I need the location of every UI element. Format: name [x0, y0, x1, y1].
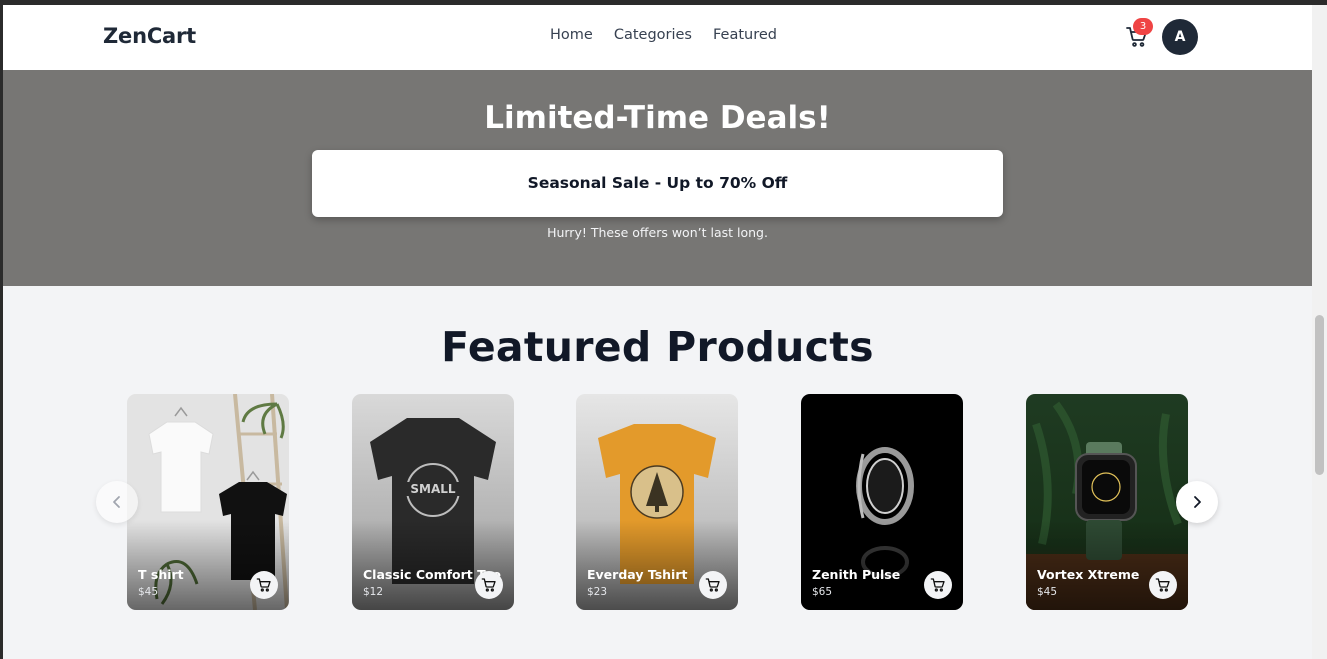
product-card[interactable]: Zenith Pulse $65 — [801, 394, 963, 610]
user-avatar[interactable]: A — [1162, 19, 1198, 55]
hero-title: Limited-Time Deals! — [484, 100, 831, 136]
product-price: $23 — [587, 586, 608, 598]
cart-icon — [705, 578, 720, 592]
add-to-cart-button[interactable] — [1149, 571, 1177, 599]
cart-count-badge: 3 — [1133, 18, 1153, 35]
browser-viewport: ZenCart Home Categories Featured 3 A Lim… — [3, 5, 1312, 659]
hero-subtitle: Hurry! These offers won’t last long. — [547, 225, 768, 240]
navbar: ZenCart Home Categories Featured 3 A — [3, 5, 1312, 70]
product-card[interactable]: Vortex Xtreme $45 — [1026, 394, 1188, 610]
add-to-cart-button[interactable] — [250, 571, 278, 599]
brand-logo[interactable]: ZenCart — [103, 24, 196, 48]
cart-icon — [481, 578, 496, 592]
featured-products-title: Featured Products — [441, 323, 874, 371]
seasonal-sale-card[interactable]: Seasonal Sale - Up to 70% Off — [312, 150, 1003, 217]
product-price: $45 — [1037, 586, 1058, 598]
product-price: $12 — [363, 586, 384, 598]
page-scrollbar[interactable] — [1312, 5, 1327, 659]
product-card[interactable]: T shirt $45 — [127, 394, 289, 610]
cart-icon — [930, 578, 945, 592]
product-card[interactable]: Everday Tshirt $23 — [576, 394, 738, 610]
nav-categories-link[interactable]: Categories — [614, 27, 692, 43]
product-name: Vortex Xtreme — [1037, 567, 1140, 582]
product-name: Zenith Pulse — [812, 567, 901, 582]
add-to-cart-button[interactable] — [475, 571, 503, 599]
carousel-prev-button[interactable] — [96, 481, 138, 523]
scrollbar-thumb[interactable] — [1315, 315, 1324, 475]
svg-text:SMALL: SMALL — [410, 482, 456, 496]
cart-icon — [256, 578, 271, 592]
carousel-next-button[interactable] — [1176, 481, 1218, 523]
product-name: Everday Tshirt — [587, 567, 688, 582]
nav-links: Home Categories Featured — [550, 27, 777, 43]
product-card[interactable]: SMALL Classic Comfort Tee $12 — [352, 394, 514, 610]
product-price: $65 — [812, 586, 833, 598]
deals-hero: Limited-Time Deals! Seasonal Sale - Up t… — [3, 70, 1312, 286]
nav-home-link[interactable]: Home — [550, 27, 593, 43]
chevron-left-icon — [113, 496, 120, 508]
product-name: T shirt — [138, 567, 184, 582]
nav-featured-link[interactable]: Featured — [713, 27, 777, 43]
cart-icon — [1155, 578, 1170, 592]
chevron-right-icon — [1194, 496, 1201, 508]
add-to-cart-button[interactable] — [924, 571, 952, 599]
product-price: $45 — [138, 586, 159, 598]
add-to-cart-button[interactable] — [699, 571, 727, 599]
